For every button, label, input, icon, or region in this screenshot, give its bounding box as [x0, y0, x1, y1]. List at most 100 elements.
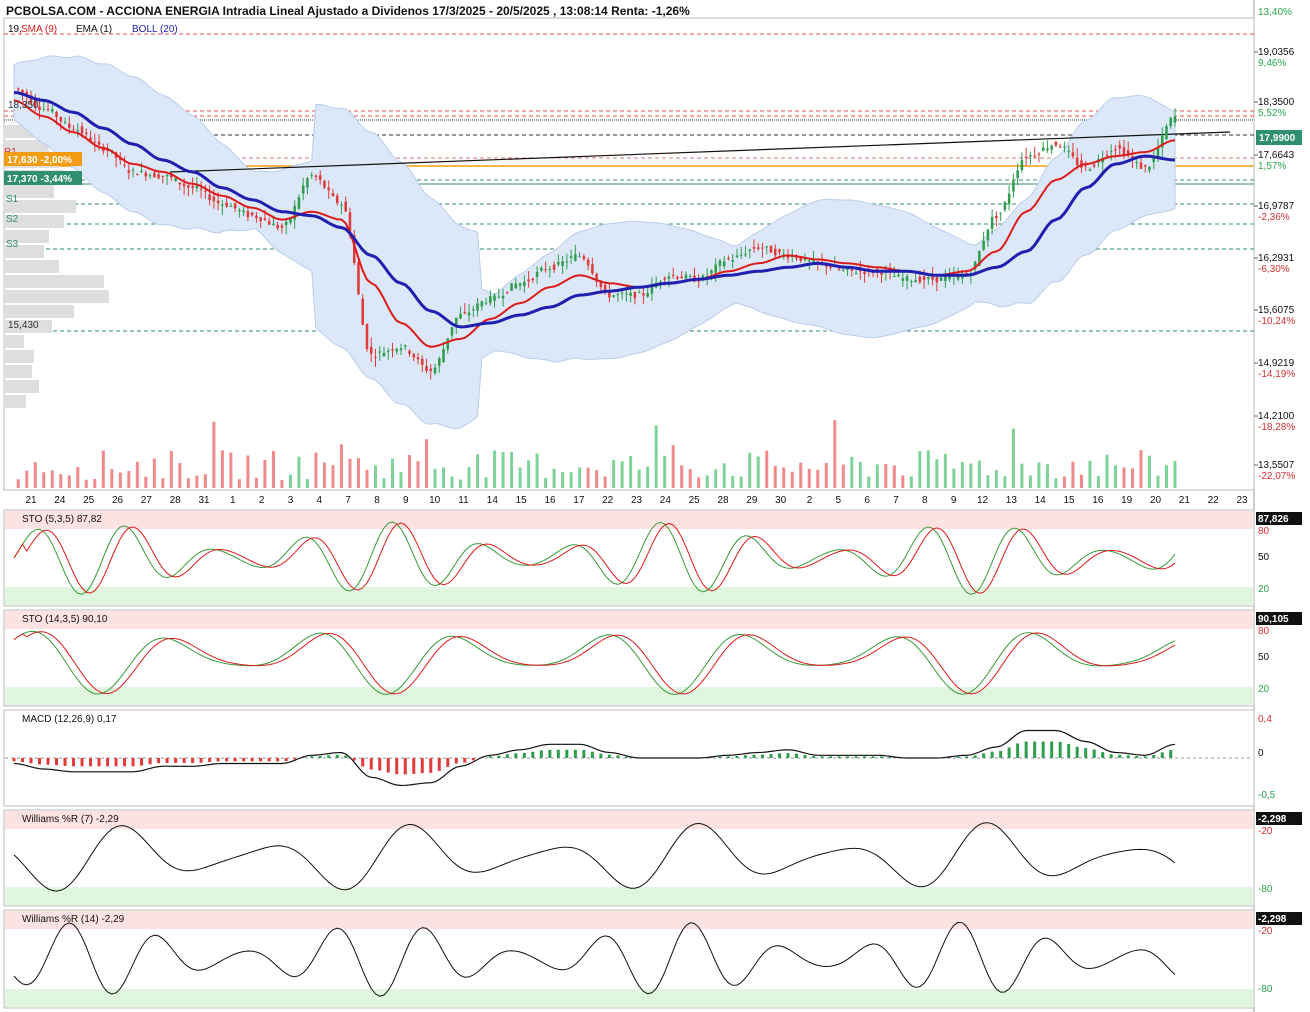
macd-histogram-bar	[505, 754, 509, 758]
date-label: 3	[288, 495, 294, 506]
volume-profile-bar	[4, 275, 104, 288]
candle-body	[386, 350, 390, 352]
macd-histogram-bar	[854, 756, 858, 758]
macd-histogram-bar	[395, 758, 399, 775]
candle-body	[1007, 193, 1011, 204]
volume-bar	[756, 456, 760, 488]
volume-bar	[203, 474, 207, 488]
volume-bar	[1020, 463, 1024, 488]
macd-histogram-bar	[1041, 741, 1045, 758]
volume-bar	[1054, 478, 1058, 488]
panel-tick: 0,4	[1258, 714, 1272, 725]
axis-price-label: 14,9219	[1258, 358, 1295, 369]
candle-body	[85, 132, 88, 134]
candle-body	[1029, 155, 1032, 157]
candle-body	[1075, 157, 1079, 166]
candle-body	[208, 194, 211, 201]
candle-body	[97, 141, 101, 145]
macd-histogram-bar	[556, 749, 560, 758]
candle-body	[1037, 153, 1041, 155]
date-label: 14	[487, 495, 499, 506]
date-label: 16	[1092, 495, 1104, 506]
candle-body	[667, 276, 671, 279]
macd-histogram-bar	[403, 758, 407, 775]
panel-tick: 80	[1258, 626, 1270, 637]
candle-body	[472, 309, 475, 311]
date-label: 14	[1035, 495, 1047, 506]
volume-bar	[135, 461, 139, 488]
candle-body	[331, 193, 335, 196]
top-pct: 13,40%	[1258, 7, 1292, 18]
macd-histogram-bar	[29, 758, 33, 764]
date-axis: 21 24 25 26 27 28 31 1 2 3 4 7 8 9 10 11 14 15 16 17 22 23 24 2…	[25, 495, 1248, 506]
candle-body	[510, 283, 513, 291]
macd-histogram-bar	[250, 758, 254, 762]
candle-body	[178, 182, 182, 185]
volume-bar	[297, 456, 301, 488]
volume-bar	[212, 421, 216, 488]
volume-bar	[1062, 476, 1066, 488]
candle-body	[807, 260, 811, 262]
volume-profile-bar	[4, 305, 74, 318]
candle-body	[659, 281, 662, 283]
candle-body	[157, 174, 160, 179]
volume-bar	[399, 472, 403, 488]
candle-body	[21, 89, 24, 93]
axis-price-label: 16,2931	[1258, 253, 1295, 264]
candle-body	[238, 209, 241, 211]
axis-pct-label: 1,57%	[1258, 161, 1286, 172]
volume-bar	[527, 460, 531, 488]
legend-boll: BOLL (20)	[132, 24, 178, 35]
macd-histogram-bar	[590, 751, 594, 758]
candle-body	[1122, 147, 1126, 156]
candle-body	[569, 256, 573, 258]
candle-body	[476, 303, 479, 311]
volume-bar	[93, 478, 97, 488]
candle-body	[901, 278, 905, 281]
macd-histogram-bar	[412, 758, 416, 774]
level-box-orange-text: 17,630 -2,00%	[7, 155, 72, 166]
candle-body	[344, 201, 347, 212]
candle-body	[310, 175, 313, 177]
macd-histogram-bar	[1084, 748, 1088, 758]
volume-bar	[408, 454, 412, 488]
candle-body	[480, 301, 484, 307]
panel-tick: -80	[1258, 984, 1273, 995]
macd-histogram-bar	[531, 751, 535, 758]
macd-histogram-bar	[795, 753, 799, 758]
candle-body	[773, 248, 777, 256]
candle-body	[276, 224, 279, 229]
macd-histogram-bar	[225, 758, 229, 762]
panel-sto2: STO (14,3,5) 90,10 90,10580 50 20	[3, 609, 1302, 707]
macd-histogram-bar	[760, 754, 764, 758]
candle-body	[761, 247, 764, 249]
volume-bar	[1079, 474, 1083, 488]
candle-body	[854, 272, 858, 274]
date-label: 31	[198, 495, 210, 506]
candle-body	[642, 293, 645, 296]
candle-body	[450, 327, 454, 336]
candle-body	[246, 211, 250, 218]
date-label: 7	[345, 495, 351, 506]
macd-histogram-bar	[106, 758, 110, 767]
volume-bar	[1105, 454, 1109, 488]
volume-bar	[1130, 468, 1134, 488]
macd-histogram-bar	[454, 758, 458, 764]
date-label: 21	[25, 495, 37, 506]
date-label: 19	[1121, 495, 1133, 506]
candle-body	[280, 225, 284, 228]
date-label: 23	[631, 495, 643, 506]
volume-bar	[663, 455, 667, 488]
candle-body	[990, 217, 994, 229]
candle-body	[467, 312, 471, 316]
candle-body	[38, 106, 41, 111]
volume-bar	[850, 456, 854, 488]
candle-body	[429, 368, 433, 372]
macd-histogram-bar	[38, 758, 42, 765]
macd-histogram-bar	[539, 750, 543, 758]
macd-histogram-bar	[726, 756, 730, 758]
candle-body	[255, 215, 258, 218]
date-label: 26	[112, 495, 124, 506]
panel-label: STO (14,3,5) 90,10	[22, 614, 108, 625]
panel-label: Williams %R (14) -2,29	[22, 914, 125, 925]
